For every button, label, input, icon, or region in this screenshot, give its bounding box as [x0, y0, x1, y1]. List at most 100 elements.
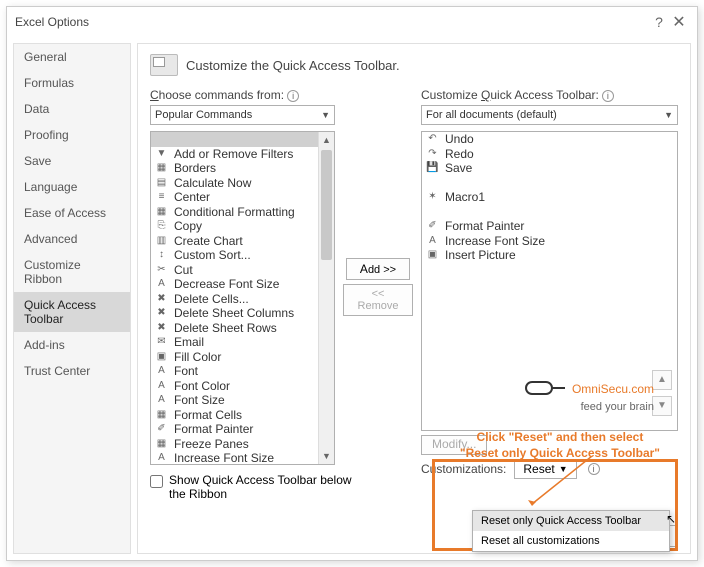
chevron-down-icon: ▼	[559, 464, 568, 474]
reset-dropdown-button[interactable]: Reset ▼	[514, 459, 576, 479]
command-item[interactable]: ↕Custom Sort...	[151, 248, 334, 263]
command-item[interactable]: ✐Format Painter	[151, 422, 334, 437]
command-label: Delete Sheet Rows	[174, 321, 330, 335]
command-icon: ✂	[155, 264, 168, 276]
command-icon: ✶	[426, 191, 439, 203]
command-icon: A	[155, 452, 168, 464]
show-below-ribbon-input[interactable]	[150, 475, 163, 488]
sidebar-item-quick-access-toolbar[interactable]: Quick Access Toolbar	[14, 292, 130, 332]
info-icon[interactable]: i	[287, 90, 299, 102]
qat-item[interactable]: ↶Undo	[422, 132, 677, 147]
reset-menu: Reset only Quick Access Toolbar Reset al…	[472, 510, 670, 552]
command-icon: ✉	[155, 336, 168, 348]
scroll-down-icon[interactable]: ▼	[319, 448, 334, 464]
command-item[interactable]: AFont▸	[151, 364, 334, 379]
command-item[interactable]: AIncrease Font Size	[151, 451, 334, 464]
move-up-button[interactable]: ▲	[652, 370, 672, 390]
command-label: Cut	[174, 263, 330, 277]
sidebar-item-advanced[interactable]: Advanced	[14, 226, 130, 252]
qat-item[interactable]: ↷Redo	[422, 147, 677, 162]
command-icon: ▣	[426, 249, 439, 261]
reset-only-qat-item[interactable]: Reset only Quick Access Toolbar	[473, 511, 669, 531]
scroll-thumb[interactable]	[321, 150, 332, 260]
command-item[interactable]: ✂ Cut	[151, 263, 334, 278]
customize-scope-dropdown[interactable]: For all documents (default) ▼	[421, 105, 678, 125]
command-item[interactable]: ▤Calculate Now	[151, 176, 334, 191]
command-label: Fill Color	[174, 350, 319, 364]
command-label: Redo	[445, 147, 673, 161]
command-item[interactable]: ≡Center	[151, 190, 334, 205]
command-item[interactable]: ▦Freeze Panes▸	[151, 437, 334, 452]
help-button[interactable]: ?	[649, 14, 669, 30]
info-icon[interactable]: i	[588, 463, 600, 475]
remove-button[interactable]: << Remove	[343, 284, 413, 316]
command-item[interactable]: ▦Format Cells	[151, 408, 334, 423]
add-button[interactable]: Add >>	[346, 258, 410, 280]
reset-label: Reset	[523, 462, 554, 476]
sidebar-item-save[interactable]: Save	[14, 148, 130, 174]
command-label: Increase Font Size	[445, 234, 673, 248]
command-label: Font	[174, 364, 319, 378]
reset-all-item[interactable]: Reset all customizations	[473, 531, 669, 551]
command-label: Decrease Font Size	[174, 277, 330, 291]
command-icon: A	[155, 380, 168, 392]
qat-item[interactable]: 💾Save	[422, 161, 677, 176]
sidebar-item-customize-ribbon[interactable]: Customize Ribbon	[14, 252, 130, 292]
choose-commands-dropdown[interactable]: Popular Commands ▼	[150, 105, 335, 125]
command-item[interactable]: ✖Delete Sheet Columns	[151, 306, 334, 321]
command-icon: ✖	[155, 293, 168, 305]
command-icon: ▼	[155, 148, 168, 160]
command-item[interactable]: ▼Add or Remove Filters	[151, 147, 334, 162]
sidebar-item-language[interactable]: Language	[14, 174, 130, 200]
qat-item[interactable]	[422, 205, 677, 220]
command-item[interactable]: ▦Conditional Formatting▸	[151, 205, 334, 220]
command-item[interactable]: ADecrease Font Size	[151, 277, 334, 292]
command-label: Email	[174, 335, 330, 349]
qat-item[interactable]	[422, 176, 677, 191]
command-icon: ⎘	[155, 220, 168, 232]
command-item[interactable]: ✉ Email	[151, 335, 334, 350]
command-icon: ▥	[155, 235, 168, 247]
sidebar-item-proofing[interactable]: Proofing	[14, 122, 130, 148]
available-commands-list[interactable]: ▼Add or Remove Filters▦Borders▸▤Calculat…	[150, 131, 335, 465]
command-item[interactable]: ✖Delete Sheet Rows	[151, 321, 334, 336]
command-item[interactable]: ✖Delete Cells...	[151, 292, 334, 307]
command-item[interactable]: ▥ Create Chart	[151, 234, 334, 249]
command-label: Custom Sort...	[174, 248, 330, 262]
command-label: Freeze Panes	[174, 437, 319, 451]
command-item[interactable]: AFont Size▸	[151, 393, 334, 408]
titlebar: Excel Options ? ✕	[7, 7, 697, 37]
qat-item[interactable]: ✐Format Painter	[422, 219, 677, 234]
command-item[interactable]: ▣Fill Color▸	[151, 350, 334, 365]
sidebar-item-general[interactable]: General	[14, 44, 130, 70]
sidebar-item-trust-center[interactable]: Trust Center	[14, 358, 130, 384]
excel-options-dialog: Excel Options ? ✕ General Formulas Data …	[6, 6, 698, 561]
command-icon: ✐	[155, 423, 168, 435]
qat-item[interactable]: AIncrease Font Size	[422, 234, 677, 249]
customize-qat-label: Customize Quick Access Toolbar:i	[421, 88, 678, 102]
sidebar-item-ease-of-access[interactable]: Ease of Access	[14, 200, 130, 226]
close-button[interactable]: ✕	[669, 12, 689, 32]
qat-item[interactable]: ▣Insert Picture	[422, 248, 677, 263]
chevron-down-icon: ▼	[321, 110, 330, 120]
sidebar-item-add-ins[interactable]: Add-ins	[14, 332, 130, 358]
modify-button[interactable]: Modify...	[421, 435, 487, 455]
sidebar-item-data[interactable]: Data	[14, 96, 130, 122]
sidebar-item-formulas[interactable]: Formulas	[14, 70, 130, 96]
command-item[interactable]: ⎘Copy	[151, 219, 334, 234]
command-icon: ▦	[155, 206, 168, 218]
main-panel: Customize the Quick Access Toolbar. Choo…	[137, 43, 691, 554]
info-icon[interactable]: i	[602, 90, 614, 102]
command-item[interactable]: AFont Color▸	[151, 379, 334, 394]
qat-header-icon	[150, 54, 178, 76]
move-down-button[interactable]: ▼	[652, 396, 672, 416]
show-below-ribbon-checkbox[interactable]: Show Quick Access Toolbar below the Ribb…	[150, 473, 360, 501]
command-label: Format Cells	[174, 408, 330, 422]
command-item[interactable]: ▦Borders▸	[151, 161, 334, 176]
current-commands-list[interactable]: ↶Undo↷Redo💾Save ✶Macro1 ✐Format PainterAIn…	[421, 131, 678, 431]
scroll-up-icon[interactable]: ▲	[319, 132, 334, 148]
scrollbar[interactable]: ▲ ▼	[318, 132, 334, 464]
qat-item[interactable]: ✶Macro1	[422, 190, 677, 205]
command-item[interactable]	[151, 132, 334, 147]
command-label: Create Chart	[174, 234, 330, 248]
